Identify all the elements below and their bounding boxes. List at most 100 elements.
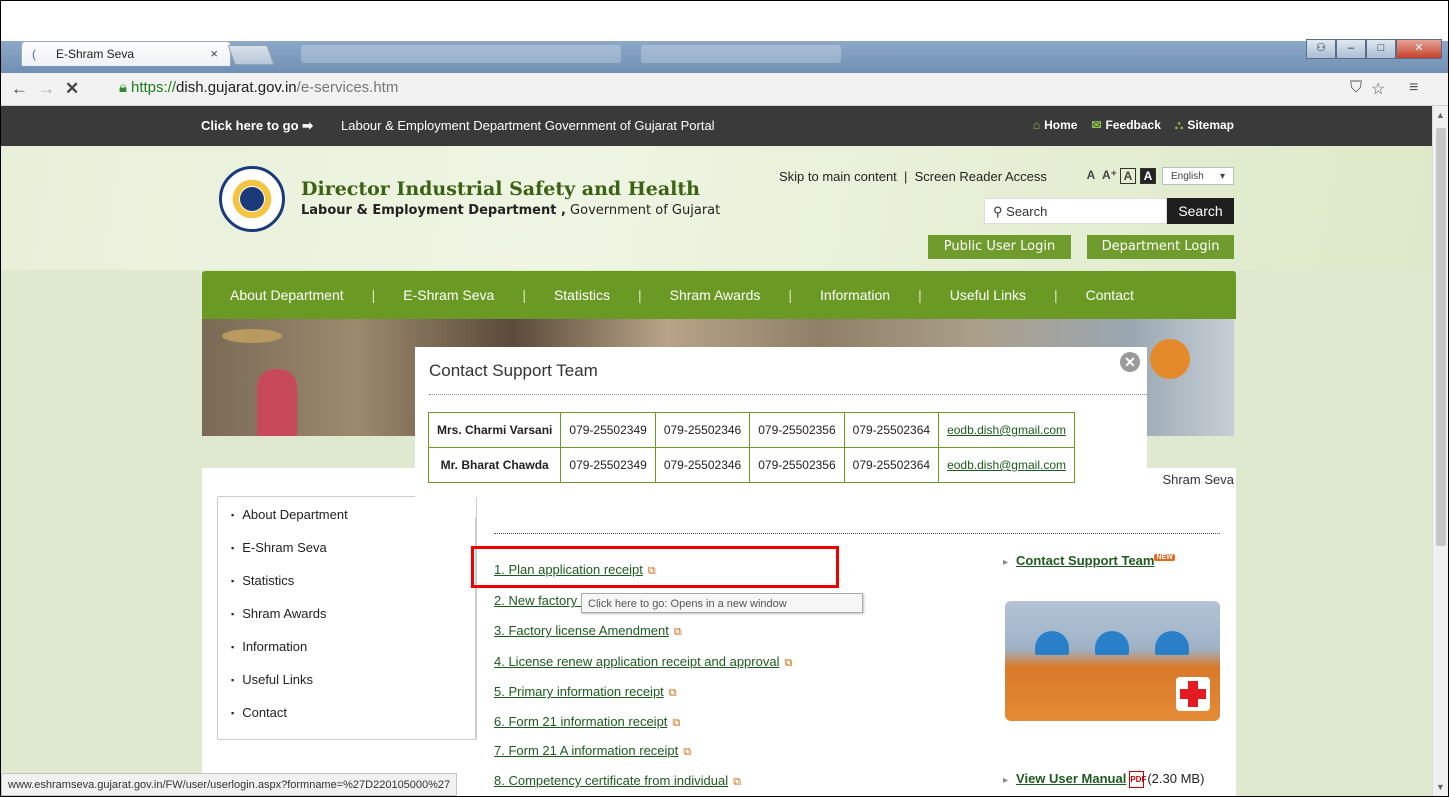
inactive-tab[interactable] xyxy=(641,45,841,63)
tab-close-icon[interactable]: × xyxy=(210,42,218,66)
contact-email-link[interactable]: eodb.dish@gmail.com xyxy=(947,458,1066,472)
stop-icon[interactable]: ✕ xyxy=(65,79,79,99)
sidebar-item-useful-links[interactable]: Useful Links xyxy=(231,672,313,687)
menu-icon[interactable]: ≡ xyxy=(1409,79,1418,97)
public-login-button[interactable]: Public User Login xyxy=(928,235,1071,259)
tab-title: E-Shram Seva xyxy=(56,47,135,61)
maximize-icon[interactable]: □ xyxy=(1366,39,1396,59)
arrow-right-icon: ➡ xyxy=(302,118,314,133)
user-icon[interactable]: ⚇ xyxy=(1306,39,1336,59)
org-name: Director Industrial Safety and Health xyxy=(301,178,700,200)
site-header: Director Industrial Safety and Health La… xyxy=(1,146,1432,270)
dish-logo[interactable] xyxy=(219,166,285,232)
accessibility-links[interactable]: Skip to main content | Screen Reader Acc… xyxy=(779,169,1047,184)
table-row: Mr. Bharat Chawda 079-25502349 079-25502… xyxy=(427,447,1075,483)
modal-title: Contact Support Team xyxy=(429,361,598,380)
search-button[interactable]: Search xyxy=(1167,198,1234,224)
sidebar-item-about-department[interactable]: About Department xyxy=(231,507,348,522)
service-link-8[interactable]: 8. Competency certificate from individua… xyxy=(494,773,741,789)
nav-information[interactable]: Information xyxy=(792,287,918,303)
table-row: Mrs. Charmi Varsani 079-25502349 079-255… xyxy=(427,412,1075,448)
home-link[interactable]: ⌂ Home xyxy=(1033,118,1078,133)
external-link-icon: ⧉ xyxy=(683,746,692,758)
font-smaller-button[interactable]: A xyxy=(1084,168,1098,182)
sidebar-item-shram-awards[interactable]: Shram Awards xyxy=(231,606,326,621)
modal-close-icon[interactable]: ✕ xyxy=(1120,352,1140,372)
scrollbar-thumb[interactable] xyxy=(1436,128,1446,546)
loading-icon: ( xyxy=(32,47,36,61)
language-select[interactable]: English ▾ xyxy=(1162,167,1234,185)
sitemap-link[interactable]: ⛬ Sitemap xyxy=(1175,118,1234,133)
sidebar-item-contact[interactable]: Contact xyxy=(231,705,287,720)
portal-link[interactable]: Labour & Employment Department Governmen… xyxy=(341,118,715,133)
pdf-icon: PDF xyxy=(1129,771,1146,789)
service-link-3[interactable]: 3. Factory license Amendment ⧉ xyxy=(494,623,682,639)
lock-icon: 🔒︎ xyxy=(119,79,127,96)
external-link-icon: ⧉ xyxy=(673,626,682,638)
top-strip: Click here to go ➡ Labour & Employment D… xyxy=(1,106,1432,146)
font-size-controls: A A⁺ A A xyxy=(1084,168,1156,184)
contact-phone: 079-25502349 xyxy=(560,447,656,483)
forward-icon[interactable]: → xyxy=(38,79,55,99)
scrollbar[interactable]: ▲ ▼ xyxy=(1432,106,1448,796)
contrast-normal-button[interactable]: A xyxy=(1120,168,1136,184)
service-link-5[interactable]: 5. Primary information receipt ⧉ xyxy=(494,684,677,700)
department-login-button[interactable]: Department Login xyxy=(1087,235,1234,259)
new-tab-button[interactable] xyxy=(227,45,275,65)
minimize-icon[interactable]: – xyxy=(1336,39,1366,59)
nav-contact[interactable]: Contact xyxy=(1058,287,1162,303)
scroll-up-icon[interactable]: ▲ xyxy=(1436,110,1445,120)
workers-image xyxy=(1005,601,1220,721)
home-icon: ⌂ xyxy=(1032,118,1041,132)
dept-name: Labour & Employment Department , Governm… xyxy=(301,203,721,218)
contact-phone: 079-25502356 xyxy=(749,412,845,448)
contact-phone: 079-25502364 xyxy=(843,447,940,483)
search-input[interactable]: ⚲ Search xyxy=(984,198,1167,224)
address-bar: ← → ✕ 🔒︎ https://dish.gujarat.gov.in/e-se… xyxy=(1,73,1448,106)
sidebar-item-statistics[interactable]: Statistics xyxy=(231,573,294,588)
contact-support-link[interactable]: ▸ Contact Support Team NEW xyxy=(1003,553,1175,568)
active-tab[interactable]: ( E-Shram Seva × xyxy=(21,41,231,66)
user-manual-link[interactable]: ▸ View User Manual PDF(2.30 MB) xyxy=(1003,771,1204,789)
nav-statistics[interactable]: Statistics xyxy=(526,287,638,303)
service-link-6[interactable]: 6. Form 21 information receipt ⧉ xyxy=(494,714,680,730)
url-path: /e-services.htm xyxy=(296,79,399,96)
go-label: Click here to go ➡ xyxy=(201,118,314,133)
divider xyxy=(494,533,1220,534)
chevron-down-icon: ▾ xyxy=(1219,171,1225,182)
url-field[interactable]: 🔒︎ https://dish.gujarat.gov.in/e-services… xyxy=(119,79,398,96)
inactive-tab[interactable] xyxy=(301,45,621,63)
contact-name: Mr. Bharat Chawda xyxy=(427,447,562,483)
sidebar-item-e-shram-seva[interactable]: E-Shram Seva xyxy=(231,540,327,555)
arrow-icon: ▸ xyxy=(1003,557,1009,568)
mail-icon: ✉ xyxy=(1091,118,1102,132)
highlight-box xyxy=(471,546,839,588)
external-link-icon: ⧉ xyxy=(668,687,677,699)
feedback-link[interactable]: ✉ Feedback xyxy=(1091,118,1160,133)
new-badge: NEW xyxy=(1154,554,1175,561)
service-link-4[interactable]: 4. License renew application receipt and… xyxy=(494,654,792,670)
browser-window: ( E-Shram Seva × ⚇ – □ ✕ ← → ✕ 🔒︎ https:/… xyxy=(0,0,1449,797)
nav-shram-awards[interactable]: Shram Awards xyxy=(642,287,789,303)
nav-about-department[interactable]: About Department xyxy=(202,287,372,303)
scroll-down-icon[interactable]: ▼ xyxy=(1436,782,1445,792)
contact-email-link[interactable]: eodb.dish@gmail.com xyxy=(947,423,1066,437)
contact-table: Mrs. Charmi Varsani 079-25502349 079-255… xyxy=(427,412,1075,483)
service-link-7[interactable]: 7. Form 21 A information receipt ⧉ xyxy=(494,743,691,759)
back-icon[interactable]: ← xyxy=(11,79,28,99)
nav-useful-links[interactable]: Useful Links xyxy=(922,287,1054,303)
font-larger-button[interactable]: A⁺ xyxy=(1102,168,1117,182)
window-controls: ⚇ – □ ✕ xyxy=(1306,39,1442,59)
nav-e-shram-seva[interactable]: E-Shram Seva xyxy=(375,287,522,303)
shield-icon[interactable]: ⛉ xyxy=(1350,79,1362,97)
bookmark-star-icon[interactable]: ☆ xyxy=(1371,79,1385,99)
url-protocol: https:// xyxy=(130,79,177,96)
window-close-icon[interactable]: ✕ xyxy=(1396,39,1442,59)
contact-phone: 079-25502346 xyxy=(654,447,751,483)
contrast-high-button[interactable]: A xyxy=(1140,168,1156,184)
sidebar-item-information[interactable]: Information xyxy=(231,639,307,654)
first-aid-icon xyxy=(1176,677,1210,711)
breadcrumb: Shram Seva xyxy=(1162,472,1234,487)
contact-phone: 079-25502364 xyxy=(843,412,940,448)
tooltip: Click here to go: Opens in a new window xyxy=(581,593,863,613)
